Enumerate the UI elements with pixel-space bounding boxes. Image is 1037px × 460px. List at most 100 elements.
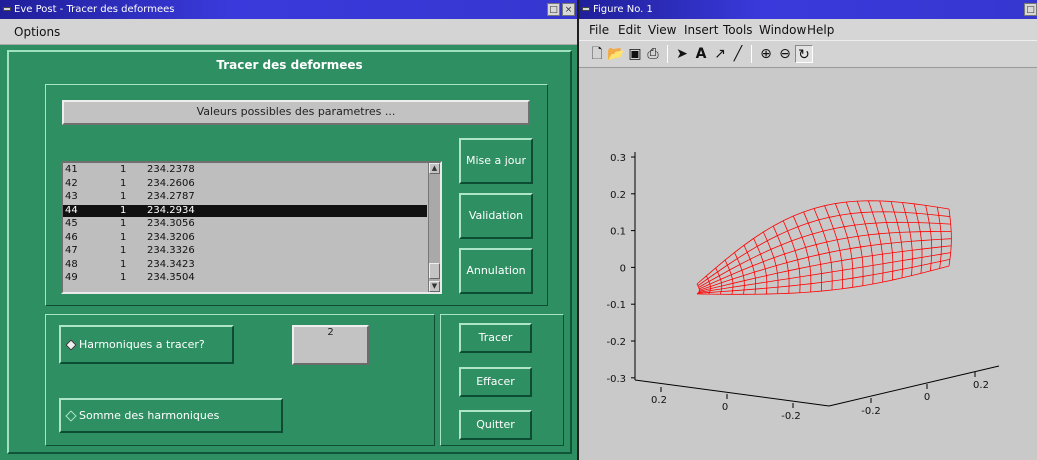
zoom-out-icon[interactable]: ⊖ [776, 45, 794, 63]
zoom-in-icon[interactable]: ⊕ [757, 45, 775, 63]
main-panel: Tracer des deformees Valeurs possibles d… [7, 50, 572, 454]
list-item[interactable]: 46 1 234.3206 [63, 232, 427, 244]
list-item[interactable]: 41 1 234.2378 [63, 164, 427, 176]
mesh-line [902, 202, 913, 276]
scroll-thumb[interactable] [429, 263, 440, 279]
select-arrow-icon[interactable]: ➤ [673, 45, 691, 63]
list-cell: 234.2934 [147, 204, 195, 216]
mesh-line [925, 205, 933, 271]
menu-window[interactable]: Window [759, 23, 806, 37]
list-item[interactable]: 47 1 234.3326 [63, 245, 427, 257]
tracer-button[interactable]: Tracer [459, 323, 532, 353]
list-cell: 1 [120, 177, 127, 189]
menu-view[interactable]: View [648, 23, 676, 37]
scroll-up-arrow-icon[interactable]: ▲ [429, 163, 440, 174]
z-tick-label: -0.2 [606, 337, 626, 348]
parameter-list[interactable]: 41 1 234.2378 42 1 234.2606 43 1 234.2787 44 1 234.… [61, 161, 442, 294]
list-item[interactable]: 43 1 234.2787 [63, 191, 427, 203]
maximize-icon[interactable]: □ [1024, 3, 1037, 16]
toolbar-separator [751, 45, 752, 63]
list-cell: 44 [65, 204, 78, 216]
figure-menu-bar: File Edit View Insert Tools Window Help [579, 19, 1037, 40]
figure-toolbar: 🗋 📂 ▣ ⎙ ➤ A ↗ ╱ ⊕ ⊖ ↻ [579, 40, 1037, 68]
parameter-frame: Valeurs possibles des parametres ... 41 1… [45, 84, 548, 306]
z-tick-label: 0.2 [610, 190, 626, 201]
annulation-button[interactable]: Annulation [459, 248, 533, 294]
list-item[interactable]: 44 1 234.2934 [63, 204, 427, 217]
list-cell: 234.3326 [147, 245, 195, 256]
list-cell: 1 [120, 272, 127, 283]
window-menu-icon[interactable] [582, 7, 590, 11]
params-label: Valeurs possibles des parametres ... [62, 100, 530, 125]
menu-insert[interactable]: Insert [684, 23, 718, 37]
mesh-line [936, 207, 942, 269]
open-folder-icon[interactable]: 📂 [607, 45, 625, 63]
mesh-line [743, 245, 757, 295]
harmoniques-radio[interactable]: Harmoniques a tracer? [59, 325, 234, 364]
list-item[interactable]: 48 1 234.3423 [63, 259, 427, 271]
arrow-icon[interactable]: ↗ [711, 45, 729, 63]
list-cell: 48 [65, 258, 78, 270]
mesh-line [948, 208, 952, 267]
menu-tools[interactable]: Tools [723, 23, 753, 37]
somme-label: Somme des harmoniques [79, 408, 220, 422]
mesh-line [913, 203, 923, 274]
figure-window: Figure No. 1 □ File Edit View Insert Too… [577, 0, 1037, 460]
list-item[interactable]: 45 1 234.3056 [63, 218, 427, 230]
z-tick-label: 0.1 [610, 227, 626, 238]
menu-edit[interactable]: Edit [618, 23, 641, 37]
list-cell: 234.3423 [147, 258, 195, 270]
list-cell: 234.2378 [147, 164, 195, 175]
x-tick-label: 0 [722, 402, 728, 413]
list-cell: 1 [120, 218, 127, 229]
scroll-down-arrow-icon[interactable]: ▼ [429, 281, 440, 292]
effacer-button[interactable]: Effacer [459, 367, 532, 397]
list-cell: 42 [65, 177, 78, 189]
list-cell: 1 [120, 164, 127, 175]
list-item[interactable]: 49 1 234.3504 [63, 272, 427, 284]
left-menu-bar: Options [0, 19, 577, 45]
rotate-3d-icon[interactable]: ↻ [795, 45, 813, 63]
text-icon[interactable]: A [692, 45, 710, 63]
validation-button[interactable]: Validation [459, 193, 533, 239]
left-title-bar[interactable]: Eve Post - Tracer des deformees □ × [0, 0, 577, 19]
panel-title: Tracer des deformees [216, 58, 363, 72]
somme-radio[interactable]: Somme des harmoniques [59, 398, 283, 433]
list-cell: 1 [120, 258, 127, 270]
list-cell: 234.3056 [147, 218, 195, 229]
list-scrollbar[interactable]: ▲ ▼ [428, 163, 440, 292]
quitter-button[interactable]: Quitter [459, 410, 532, 440]
list-cell: 43 [65, 191, 78, 202]
right-title-bar[interactable]: Figure No. 1 □ [579, 0, 1037, 19]
close-icon[interactable]: × [562, 3, 575, 16]
z-tick-label: -0.3 [606, 374, 626, 385]
z-tick-label: -0.1 [606, 300, 626, 311]
maximize-icon[interactable]: □ [547, 3, 560, 16]
plot-axes: 0.3 0.2 0.1 0 -0.1 -0.2 -0.3 0.2 0 -0.2 -0.2 0 0.2 [606, 152, 1000, 422]
3d-plot[interactable]: 0.3 0.2 0.1 0 -0.1 -0.2 -0.3 0.2 0 -0.2 -0.2 0 0.2 [579, 69, 1037, 460]
line-icon[interactable]: ╱ [729, 45, 747, 63]
right-window-title: Figure No. 1 [593, 4, 653, 15]
save-icon[interactable]: ▣ [626, 45, 644, 63]
mesh-line [867, 200, 884, 283]
window-menu-icon[interactable] [3, 7, 11, 11]
list-cell: 46 [65, 231, 78, 243]
list-cell: 45 [65, 218, 78, 229]
mesh-line [734, 252, 745, 295]
menu-help[interactable]: Help [807, 23, 834, 37]
x-tick-label: 0.2 [651, 395, 667, 406]
harmonics-input[interactable]: 2 [292, 325, 369, 365]
list-cell: 1 [120, 191, 127, 202]
print-icon[interactable]: ⎙ [644, 45, 662, 63]
list-cell: 47 [65, 245, 78, 256]
mesh-line [879, 200, 894, 281]
list-item[interactable]: 42 1 234.2606 [63, 178, 427, 190]
list-cell: 41 [65, 164, 78, 175]
menu-options[interactable]: Options [14, 25, 60, 39]
menu-file[interactable]: File [589, 23, 609, 37]
new-file-icon[interactable]: 🗋 [588, 45, 606, 63]
toolbar-separator [667, 45, 668, 63]
mesh-line [699, 231, 952, 290]
list-cell: 1 [120, 231, 127, 243]
mise-a-jour-button[interactable]: Mise a jour [459, 138, 533, 184]
